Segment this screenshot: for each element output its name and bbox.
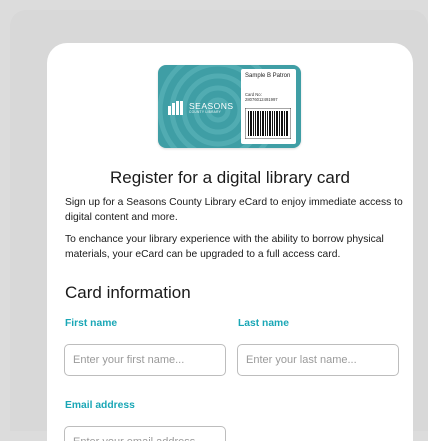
logo-name: SEASONS [189, 100, 234, 111]
registration-sheet: SEASONS COUNTY LIBRARY Sample B Patron C… [47, 43, 413, 441]
logo-subtitle: COUNTY LIBRARY [189, 110, 222, 115]
last-name-input[interactable] [237, 344, 399, 376]
intro-text: Sign up for a Seasons County Library eCa… [65, 197, 403, 223]
last-name-label: Last name [238, 318, 289, 329]
library-books-icon [168, 101, 183, 115]
barcode-icon [245, 108, 291, 139]
patron-name: Sample B Patron [245, 73, 291, 79]
page-title: Register for a digital library card [110, 168, 350, 187]
library-card-image: SEASONS COUNTY LIBRARY Sample B Patron C… [158, 65, 301, 148]
email-input[interactable] [64, 426, 226, 441]
card-number: 28076012491997 [245, 97, 278, 102]
upgrade-note-text: To enchance your library experience with… [65, 234, 384, 260]
email-label: Email address [65, 400, 135, 411]
app-frame: SEASONS COUNTY LIBRARY Sample B Patron C… [10, 10, 428, 441]
card-info-panel: Sample B Patron Card No: 28076012491997 [241, 69, 296, 144]
seasons-logo: SEASONS COUNTY LIBRARY [168, 101, 234, 115]
first-name-input[interactable] [64, 344, 226, 376]
section-title-card-information: Card information [65, 283, 191, 302]
first-name-label: First name [65, 318, 118, 329]
